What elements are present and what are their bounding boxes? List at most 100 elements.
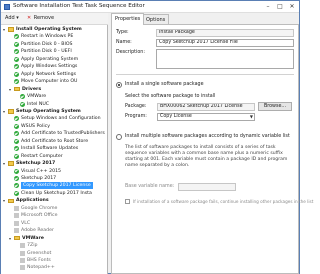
- select-package-text: Select the software package to install: [125, 94, 216, 99]
- success-check-icon: [14, 138, 19, 144]
- tree-item-label: Partition Disk 0 - UEFI: [21, 49, 72, 55]
- collapse-icon[interactable]: ▾: [3, 26, 7, 33]
- program-select[interactable]: Copy License ▼: [157, 113, 255, 121]
- tree-item[interactable]: BHS Fonts: [15, 257, 51, 264]
- name-label: Name:: [116, 40, 132, 45]
- success-check-icon: [20, 101, 25, 107]
- tree-item[interactable]: Move Computer into OU: [9, 78, 77, 85]
- minimize-button[interactable]: –: [263, 2, 273, 11]
- tree-item-label: VMWare: [22, 235, 44, 241]
- tree-item[interactable]: Copy Sketchup 2017 License: [9, 182, 93, 190]
- tree-group[interactable]: ▾ Applications: [3, 197, 49, 204]
- maximize-button[interactable]: □: [275, 2, 285, 11]
- type-field: Install Package: [156, 29, 294, 37]
- tree-item[interactable]: VMWare: [15, 93, 46, 100]
- success-check-icon: [14, 56, 19, 62]
- success-check-icon: [14, 41, 19, 47]
- tree-item[interactable]: Clean Up Sketchup 2017 Insta: [9, 190, 92, 197]
- tree-item[interactable]: Partition Disk 0 - UEFI: [9, 48, 72, 55]
- tree-item[interactable]: Add Certificate to TrustedPublishers: [9, 130, 105, 137]
- tree-item[interactable]: Greenshot: [15, 250, 51, 257]
- tree-item-label: Visual C++ 2015: [21, 168, 62, 174]
- tree-item[interactable]: Restart Computer: [9, 153, 63, 160]
- tree-item[interactable]: VLC: [9, 220, 30, 227]
- tree-item[interactable]: Microsoft Office: [9, 212, 58, 219]
- tree-item[interactable]: Notepad++: [15, 264, 55, 271]
- disabled-step-icon: [20, 250, 25, 256]
- tab-properties[interactable]: Properties: [111, 13, 145, 25]
- tree-item-label: Add Certificate to Root Store: [21, 138, 89, 144]
- collapse-icon[interactable]: ▾: [3, 197, 7, 204]
- base-variable-label: Base variable name:: [125, 184, 175, 189]
- tree-item[interactable]: Apply Windows Settings: [9, 63, 77, 70]
- tree-item-label: Partition Disk 0 - BIOS: [21, 41, 73, 47]
- folder-icon: [8, 27, 14, 32]
- tree-item-label: Restart in Windows PE: [21, 34, 74, 40]
- base-variable-input[interactable]: [178, 183, 236, 191]
- tree-group[interactable]: ▾ Drivers: [9, 86, 41, 93]
- tree-item[interactable]: Sketchup 2017: [9, 175, 56, 182]
- collapse-icon[interactable]: ▾: [9, 235, 13, 242]
- type-label: Type:: [116, 30, 129, 35]
- tree-item-label: VMWare: [27, 94, 47, 100]
- disabled-step-icon: [20, 257, 25, 263]
- multi-package-description: The list of software packages to install…: [125, 145, 288, 168]
- name-input[interactable]: Copy Sketchup 2017 License File: [156, 39, 294, 47]
- continue-on-fail-checkbox[interactable]: [125, 199, 130, 204]
- tree-item-label: Applications: [16, 198, 49, 204]
- tree-item-label: Add Certificate to TrustedPublishers: [21, 131, 105, 137]
- tree-group[interactable]: ▾ Install Operating System: [3, 26, 82, 33]
- tree-group[interactable]: ▾ Setup Operating System: [3, 108, 81, 115]
- success-check-icon: [14, 131, 19, 137]
- task-sequence-tree[interactable]: ▾ Install Operating System Restart in Wind…: [1, 25, 108, 274]
- continue-on-fail-label: If installation of a software package fa…: [133, 199, 314, 204]
- tree-item[interactable]: Install Software Updates: [9, 145, 78, 152]
- toolbar: Add ▾ ✕ Remove: [1, 13, 108, 25]
- remove-label: Remove: [33, 15, 55, 21]
- success-check-icon: [14, 71, 19, 77]
- tree-item[interactable]: Apply Operating System: [9, 56, 78, 63]
- tree-group[interactable]: ▾ Sketchup 2017: [3, 160, 55, 167]
- collapse-icon[interactable]: ▾: [3, 160, 7, 167]
- tree-item-label: Copy Sketchup 2017 License: [21, 182, 93, 190]
- tree-item[interactable]: Partition Disk 0 - BIOS: [9, 41, 73, 48]
- tree-item[interactable]: Apply Network Settings: [9, 71, 76, 78]
- properties-panel: Type: Install Package Name: Copy Sketchu…: [111, 24, 313, 274]
- tree-item[interactable]: Adobe Reader: [9, 227, 54, 234]
- tree-item-label: Setup Operating System: [16, 108, 81, 114]
- browse-button[interactable]: Browse...: [258, 102, 292, 111]
- install-single-radio[interactable]: [116, 82, 122, 88]
- tree-group[interactable]: ▾ VMWare: [9, 235, 44, 242]
- description-input[interactable]: [156, 49, 294, 69]
- tree-item[interactable]: Add Certificate to Root Store: [9, 138, 88, 145]
- tree-item[interactable]: Visual C++ 2015: [9, 168, 61, 175]
- tree-item[interactable]: Google Chrome: [9, 205, 57, 212]
- folder-icon: [8, 109, 14, 114]
- tree-item-label: Google Chrome: [21, 205, 58, 211]
- add-menu-button[interactable]: Add ▾: [5, 15, 19, 21]
- remove-button[interactable]: ✕ Remove: [27, 15, 54, 21]
- collapse-icon[interactable]: ▾: [9, 86, 13, 93]
- disabled-step-icon: [14, 228, 19, 234]
- collapse-icon[interactable]: ▾: [3, 108, 7, 115]
- success-check-icon: [14, 49, 19, 55]
- tree-item[interactable]: Restart in Windows PE: [9, 33, 73, 40]
- close-button[interactable]: ✕: [287, 2, 297, 11]
- tree-item[interactable]: WSUS Policy: [9, 123, 50, 130]
- tree-item[interactable]: Setup Windows and Configuration: [9, 115, 101, 122]
- tree-item[interactable]: Intel NUC: [15, 101, 49, 108]
- install-multiple-radio[interactable]: [116, 134, 122, 140]
- disabled-step-icon: [20, 265, 25, 271]
- tree-item[interactable]: 7Zip: [15, 242, 37, 249]
